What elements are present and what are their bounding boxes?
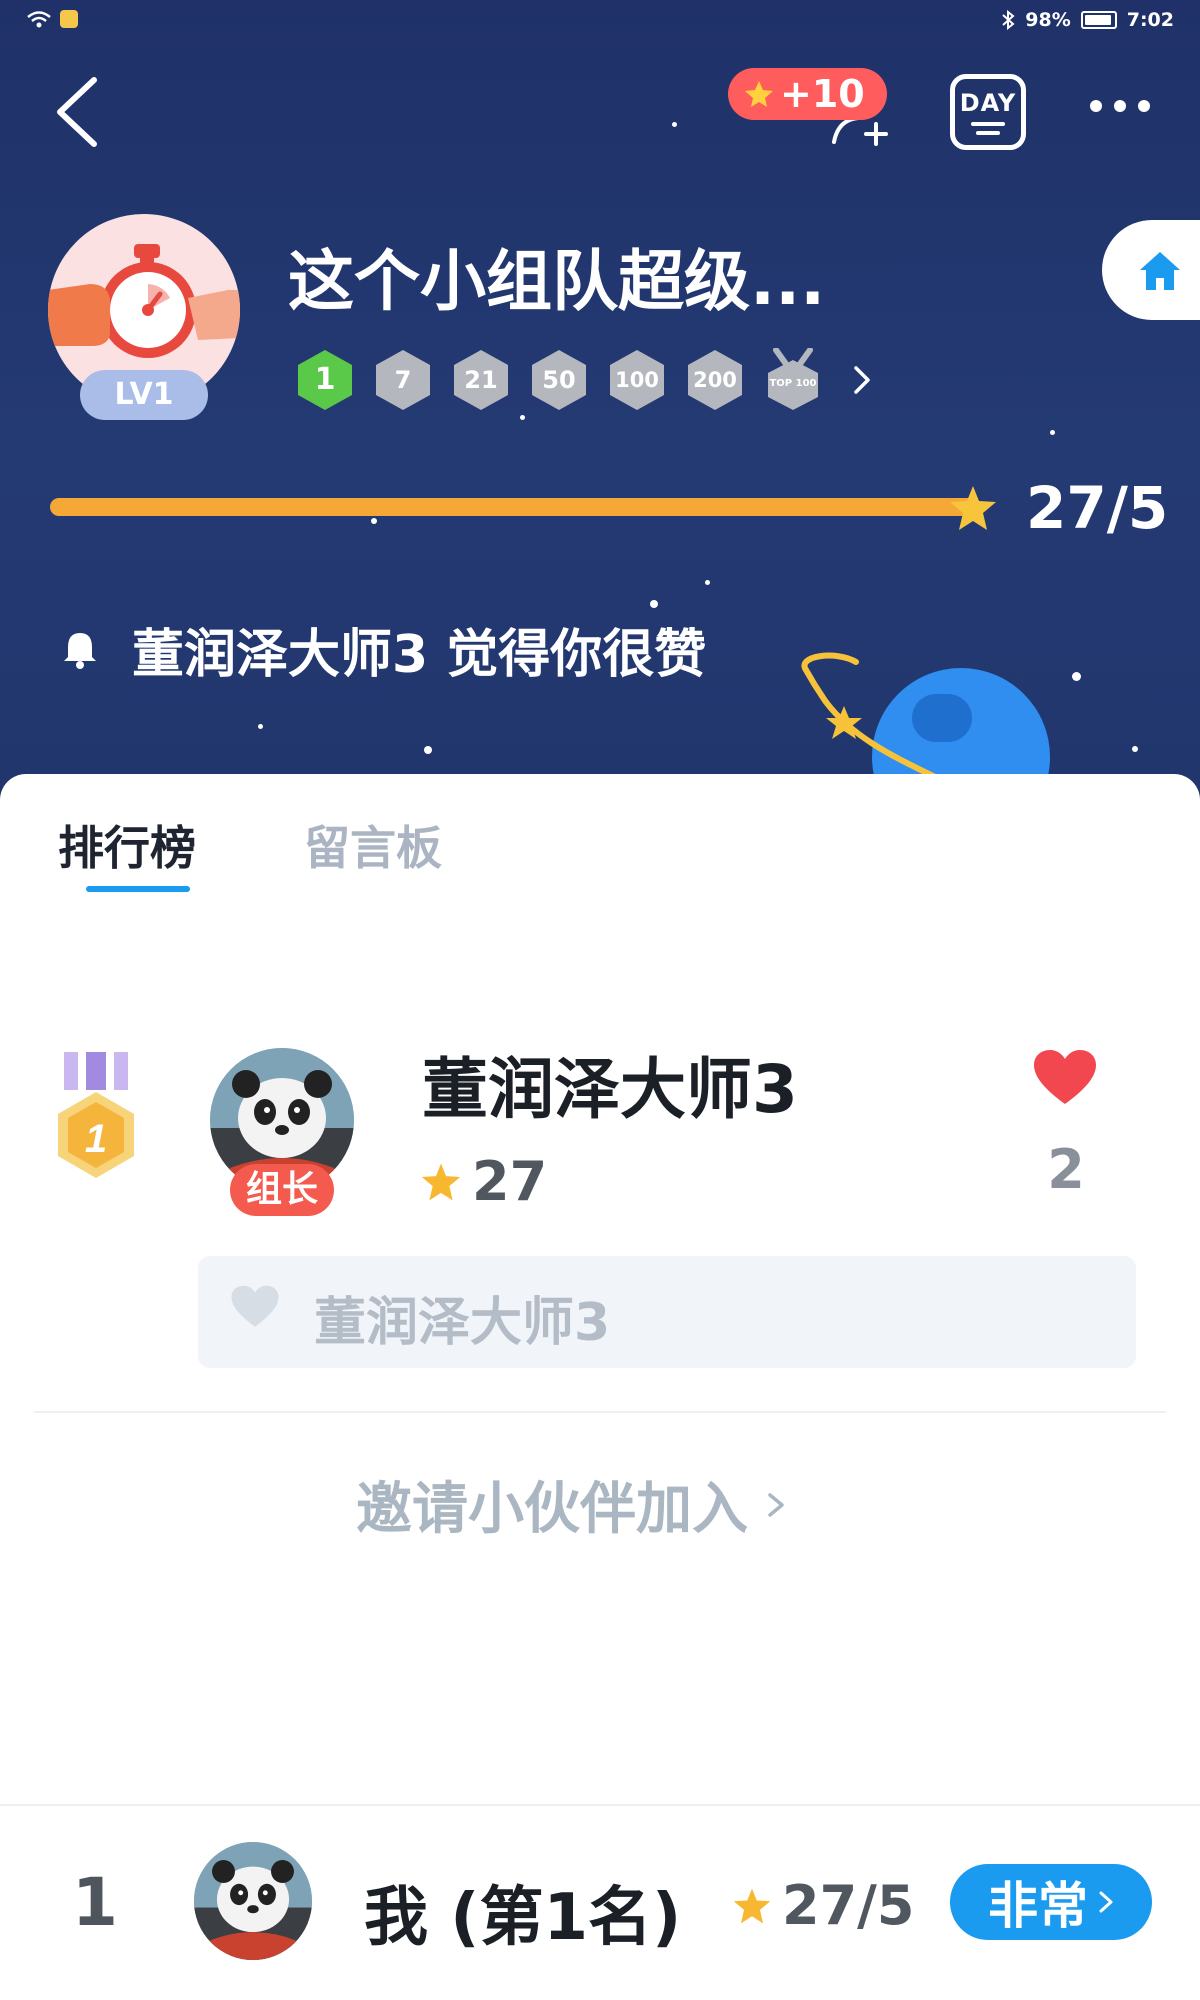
star-icon — [745, 81, 773, 107]
medal-label: 200 — [693, 368, 737, 392]
more-button[interactable] — [1090, 100, 1150, 112]
sky-star — [705, 580, 710, 585]
medal-label: 21 — [464, 366, 498, 394]
likers-list: 董润泽大师3 — [198, 1256, 1136, 1368]
back-button[interactable] — [50, 72, 110, 152]
group-title: 这个小组队超级... — [288, 243, 826, 320]
level-badge: LV1 — [80, 370, 208, 420]
bell-icon — [64, 632, 96, 669]
orbit-ring-illustration — [801, 652, 944, 782]
calendar-day-icon — [971, 122, 1005, 126]
chevron-left-icon — [57, 77, 97, 147]
sky-star — [520, 415, 525, 420]
day-label: DAY — [959, 89, 1017, 117]
status-bar: 98% 7:02 — [0, 0, 1200, 44]
like-button[interactable] — [1032, 1048, 1098, 1108]
chevron-right-icon — [768, 1492, 784, 1517]
medal-badge[interactable]: 100 — [608, 348, 666, 412]
member-name: 董润泽大师3 — [422, 1051, 798, 1128]
bonus-points-label: +10 — [780, 72, 865, 116]
tab-message-board[interactable]: 留言板 — [304, 812, 442, 878]
sky-star — [672, 122, 677, 127]
home-icon — [1140, 252, 1180, 290]
leader-badge: 组长 — [230, 1164, 334, 1216]
star-icon — [733, 1888, 771, 1923]
heart-icon — [1034, 1050, 1096, 1104]
tab-bar: 排行榜 留言板 — [58, 812, 442, 878]
like-notice[interactable]: 董润泽大师3 觉得你很赞 — [60, 612, 706, 687]
notice-text: 董润泽大师3 觉得你很赞 — [132, 625, 707, 685]
member-score: 27 — [420, 1150, 547, 1213]
bonus-points-badge: +10 — [728, 68, 887, 120]
streak-medals[interactable]: 1 7 21 50 100 200 TOP 100 — [296, 348, 882, 412]
medal-label: 1 — [314, 362, 336, 397]
goal-progress-text: 27/5 — [1026, 474, 1169, 542]
medal-badge[interactable]: 200 — [686, 348, 744, 412]
more-icon — [1090, 100, 1102, 112]
battery-icon — [1080, 11, 1117, 29]
gold-medal-icon: 1 — [58, 1052, 134, 1178]
daily-button[interactable]: DAY — [950, 74, 1026, 150]
member-score-value: 27 — [472, 1150, 548, 1213]
goal-progress-bar — [50, 498, 980, 516]
home-button[interactable] — [1102, 220, 1200, 320]
invite-button[interactable]: 邀请小伙伴加入 — [356, 1464, 786, 1545]
medal-badge-top[interactable]: TOP 100 — [764, 348, 822, 412]
svg-text:1: 1 — [85, 1117, 107, 1161]
medal-badge[interactable]: 50 — [530, 348, 588, 412]
clock: 7:02 — [1126, 9, 1174, 31]
like-count: 2 — [1047, 1138, 1085, 1201]
star-icon — [950, 486, 996, 530]
sky-star — [424, 746, 432, 754]
medal-label: TOP 100 — [769, 378, 817, 389]
invite-label: 邀请小伙伴加入 — [356, 1477, 748, 1542]
sky-star — [1050, 430, 1055, 435]
sky-star — [1072, 672, 1081, 681]
tab-leaderboard[interactable]: 排行榜 — [58, 812, 196, 878]
chevron-right-icon — [1099, 1891, 1113, 1913]
rate-button[interactable]: 非常 — [950, 1864, 1152, 1940]
heart-outline-icon — [231, 1285, 279, 1327]
chevron-right-icon[interactable] — [842, 348, 882, 412]
sky-star — [258, 724, 263, 729]
calendar-day-icon-line — [976, 131, 1000, 135]
app-notification-icon — [60, 10, 78, 28]
bluetooth-icon — [1002, 10, 1015, 30]
sky-star — [1132, 746, 1138, 752]
star-icon — [421, 1163, 461, 1200]
medal-label: 50 — [542, 366, 576, 394]
medal-label: 7 — [394, 366, 412, 394]
my-avatar[interactable] — [194, 1842, 312, 1960]
medal-badge[interactable]: 21 — [452, 348, 510, 412]
more-icon-dot — [1114, 100, 1126, 112]
more-icon-dot — [1138, 100, 1150, 112]
my-score: 27/5 — [732, 1874, 914, 1937]
panda-avatar-icon — [194, 1842, 312, 1960]
sky-star — [650, 600, 658, 608]
my-rank-number: 1 — [72, 1864, 118, 1941]
wifi-icon — [27, 11, 51, 28]
sky-star — [371, 518, 377, 524]
medal-badge[interactable]: 1 — [296, 348, 354, 412]
divider — [34, 1411, 1166, 1413]
medal-label: 100 — [615, 368, 659, 392]
rate-button-label: 非常 — [988, 1877, 1088, 1935]
liker-name[interactable]: 董润泽大师3 — [314, 1280, 610, 1355]
my-rank-label: 我 (第1名) — [364, 1881, 682, 1955]
medal-badge[interactable]: 7 — [374, 348, 432, 412]
my-score-value: 27/5 — [782, 1874, 915, 1937]
active-tab-indicator — [86, 886, 190, 892]
battery-percent: 98% — [1025, 9, 1071, 31]
